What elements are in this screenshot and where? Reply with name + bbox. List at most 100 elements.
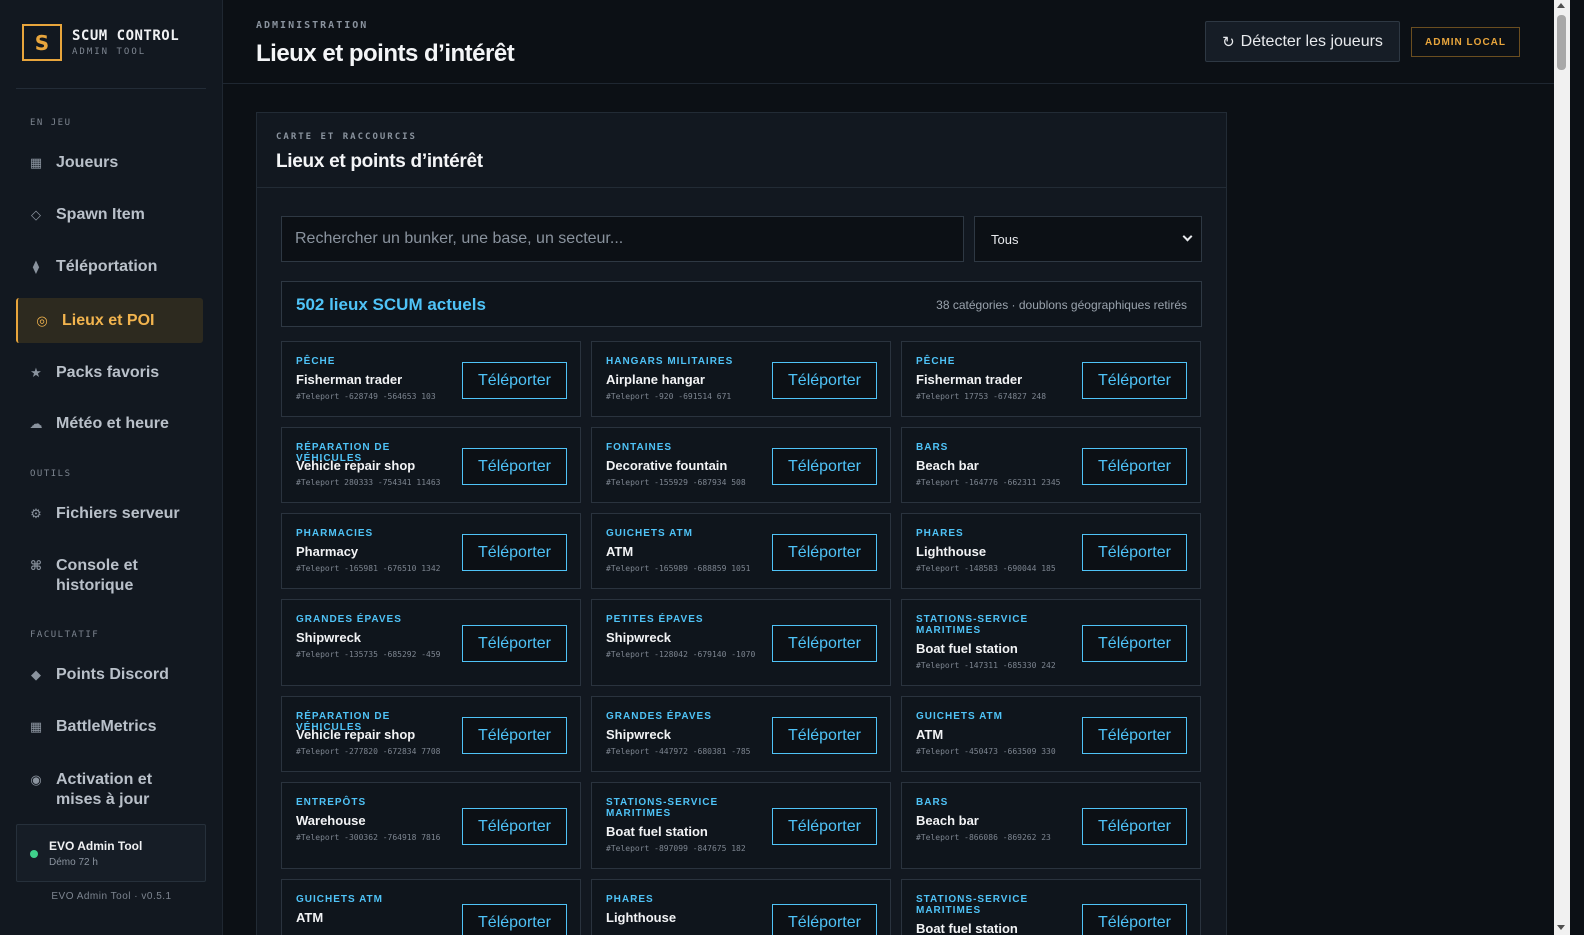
location-card: Grandes épaves Shipwreck #Teleport -447972… — [591, 696, 891, 772]
location-category: Pêche — [916, 356, 956, 367]
teleport-button[interactable]: Téléporter — [462, 534, 567, 571]
teleport-button[interactable]: Téléporter — [1082, 362, 1187, 399]
breadcrumb: ADMINISTRATION — [256, 20, 369, 31]
teleport-button[interactable]: Téléporter — [1082, 534, 1187, 571]
teleport-button[interactable]: Téléporter — [1082, 625, 1187, 662]
scroll-thumb[interactable] — [1557, 15, 1566, 70]
teleport-command: #Teleport -450473 -663509 330 — [916, 747, 1056, 756]
teleport-button[interactable]: Téléporter — [772, 448, 877, 485]
location-category: Guichets ATM — [296, 894, 383, 905]
sidebar-item-server-files[interactable]: ⚙ Fichiers serveur — [16, 491, 203, 536]
location-card: Petites épaves Shipwreck #Teleport -128042… — [591, 599, 891, 686]
teleport-button[interactable]: Téléporter — [462, 362, 567, 399]
sidebar-item-label: Points Discord — [56, 665, 169, 683]
panel-eyebrow: CARTE ET RACCOURCIS — [276, 132, 417, 142]
sidebar-item-players[interactable]: ▦ Joueurs — [16, 140, 203, 185]
chevron-down-icon — [1182, 231, 1193, 242]
section-label-tools: OUTILS — [30, 469, 72, 479]
sidebar-item-discord-points[interactable]: ◆ Points Discord — [16, 652, 203, 697]
sidebar-item-favorite-packs[interactable]: ★ Packs favoris — [16, 350, 203, 395]
location-card: Phares Lighthouse Téléporter — [591, 879, 891, 935]
teleport-button[interactable]: Téléporter — [462, 808, 567, 845]
results-count: 502 lieux SCUM actuels — [296, 295, 486, 314]
location-name: Boat fuel station — [916, 921, 1018, 935]
circle-icon: ◉ — [30, 772, 42, 787]
section-label-optional: FACULTATIF — [30, 630, 100, 640]
diamond-filled-icon: ◆ — [31, 666, 41, 682]
teleport-button[interactable]: Téléporter — [1082, 808, 1187, 845]
location-category: Phares — [916, 528, 964, 539]
sidebar-item-label: Fichiers serveur — [56, 504, 180, 522]
teleport-button[interactable]: Téléporter — [1082, 717, 1187, 754]
scroll-up-icon[interactable] — [1557, 3, 1565, 8]
sidebar-item-teleport[interactable]: ⧫ Téléportation — [16, 244, 203, 289]
location-name: Beach bar — [916, 813, 979, 828]
location-card: Réparation de véhicules Vehicle repair sh… — [281, 696, 581, 772]
sidebar-item-weather-time[interactable]: ☁ Météo et heure — [16, 401, 203, 446]
scroll-down-icon[interactable] — [1557, 925, 1565, 930]
sidebar-item-locations-poi[interactable]: ◎ Lieux et POI — [16, 298, 203, 343]
sidebar-item-console-history[interactable]: ⌘ Console et historique — [16, 550, 196, 602]
license-status-card: EVO Admin Tool Démo 72 h — [16, 824, 206, 882]
location-category: Bars — [916, 797, 949, 808]
location-name: Lighthouse — [916, 544, 987, 559]
location-category: Grandes épaves — [296, 614, 402, 625]
location-category: Grandes épaves — [606, 711, 712, 722]
location-name: Shipwreck — [606, 727, 672, 742]
page-scrollbar[interactable] — [1554, 0, 1570, 935]
location-category: Stations-service maritimes — [606, 797, 719, 819]
teleport-button[interactable]: Téléporter — [772, 717, 877, 754]
location-card: Fontaines Decorative fountain #Teleport -1… — [591, 427, 891, 503]
teleport-command: #Teleport -165989 -688859 1051 — [606, 564, 751, 573]
sidebar-item-label: Packs favoris — [56, 363, 160, 381]
sidebar-item-battlemetrics[interactable]: ▦ BattleMetrics — [16, 704, 203, 749]
sidebar-item-label: Console et historique — [56, 557, 138, 594]
chart-icon: ▦ — [29, 718, 43, 734]
panel-title: Lieux et points d’intérêt — [276, 151, 483, 172]
results-meta: 38 catégories · doublons géographiques r… — [936, 298, 1187, 312]
detect-players-button[interactable]: ↻ Détecter les joueurs — [1205, 21, 1400, 62]
page-title: Lieux et points d’intérêt — [256, 40, 515, 67]
teleport-button[interactable]: Téléporter — [1082, 904, 1187, 935]
brand[interactable]: S SCUM CONTROL ADMIN TOOL — [22, 24, 179, 61]
panel-header: CARTE ET RACCOURCIS Lieux et points d’in… — [257, 113, 1226, 188]
teleport-button[interactable]: Téléporter — [772, 808, 877, 845]
location-name: Shipwreck — [606, 630, 672, 645]
sidebar-item-label: Météo et heure — [56, 414, 169, 432]
teleport-button[interactable]: Téléporter — [1082, 448, 1187, 485]
location-name: Vehicle repair shop — [296, 458, 416, 473]
sidebar-item-label: Lieux et POI — [62, 311, 155, 329]
teleport-command: #Teleport 280333 -754341 11463 — [296, 478, 441, 487]
teleport-button[interactable]: Téléporter — [772, 904, 877, 935]
location-name: ATM — [916, 727, 944, 742]
search-input[interactable] — [281, 216, 964, 262]
sidebar-item-activation-updates[interactable]: ◉ Activation et mises à jour — [16, 764, 203, 816]
sidebar-item-spawn-item[interactable]: ◇ Spawn Item — [16, 192, 203, 237]
top-bar: ADMINISTRATION Lieux et points d’intérêt… — [223, 0, 1554, 84]
location-name: Airplane hangar — [606, 372, 705, 387]
teleport-button[interactable]: Téléporter — [772, 362, 877, 399]
category-filter-select[interactable]: Tous — [974, 216, 1202, 262]
teleport-button[interactable]: Téléporter — [462, 904, 567, 935]
teleport-icon: ⧫ — [32, 258, 40, 274]
teleport-button[interactable]: Téléporter — [462, 625, 567, 662]
teleport-button[interactable]: Téléporter — [462, 448, 567, 485]
location-name: Fisherman trader — [296, 372, 403, 387]
teleport-button[interactable]: Téléporter — [772, 534, 877, 571]
teleport-command: #Teleport -300362 -764918 7816 — [296, 833, 441, 842]
location-name: Warehouse — [296, 813, 366, 828]
teleport-command: #Teleport -147311 -685330 242 — [916, 661, 1056, 670]
brand-name: SCUM CONTROL — [72, 28, 180, 44]
location-name: Beach bar — [916, 458, 979, 473]
star-icon: ★ — [30, 364, 42, 380]
status-name: EVO Admin Tool — [49, 839, 143, 853]
location-card: Grandes épaves Shipwreck #Teleport -135735… — [281, 599, 581, 686]
location-card: Stations-service maritimes Boat fuel stat… — [591, 782, 891, 869]
teleport-button[interactable]: Téléporter — [772, 625, 877, 662]
location-name: Shipwreck — [296, 630, 362, 645]
location-card: Stations-service maritimes Boat fuel stat… — [901, 599, 1201, 686]
location-category: Fontaines — [606, 442, 673, 453]
location-name: Lighthouse — [606, 910, 677, 925]
teleport-button[interactable]: Téléporter — [462, 717, 567, 754]
location-category: Hangars militaires — [606, 356, 734, 367]
